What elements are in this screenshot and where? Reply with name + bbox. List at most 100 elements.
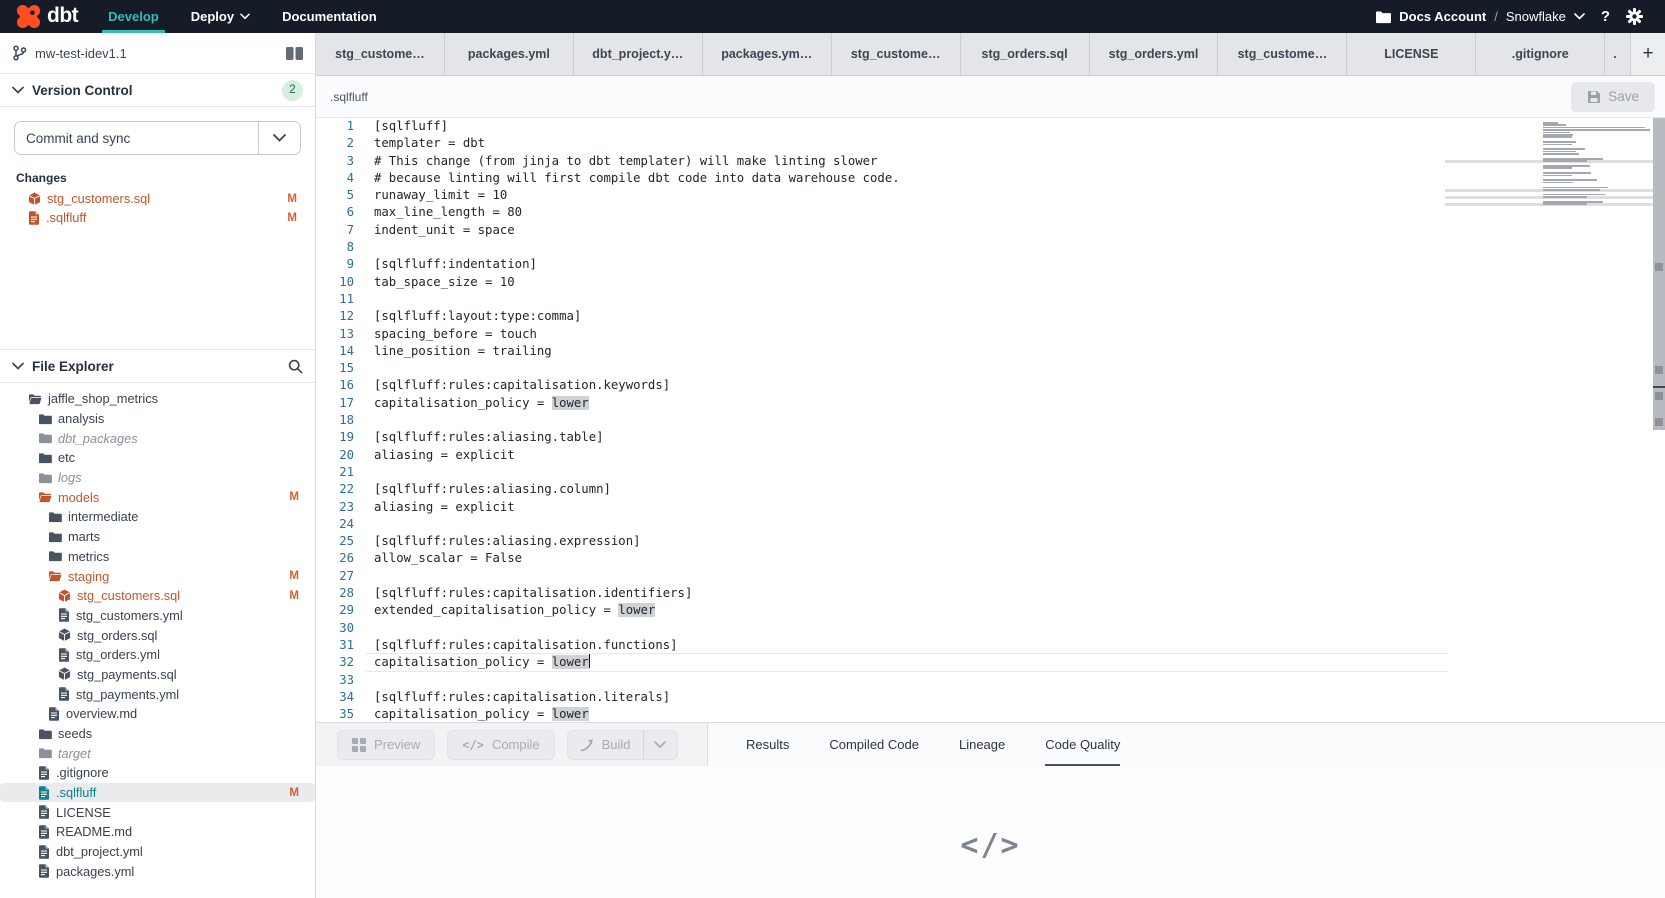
line-number[interactable]: 6 bbox=[316, 204, 354, 221]
tree-item-staging[interactable]: stagingM bbox=[0, 566, 315, 586]
branch-name[interactable]: mw-test-idev1.1 bbox=[35, 46, 127, 61]
tree-item-jaffle-shop-metrics[interactable]: jaffle_shop_metrics bbox=[0, 389, 315, 409]
line-number[interactable]: 29 bbox=[316, 602, 354, 619]
editor-scrollbar[interactable] bbox=[1653, 118, 1665, 430]
change-item-stg-customers-sql[interactable]: stg_customers.sqlM bbox=[0, 189, 315, 208]
line-number[interactable]: 24 bbox=[316, 516, 354, 533]
line-number[interactable]: 34 bbox=[316, 689, 354, 706]
tree-item-README-md[interactable]: README.md bbox=[0, 822, 315, 842]
tree-item-logs[interactable]: logs bbox=[0, 468, 315, 488]
file-tab-stg-custome-[interactable]: stg_custome… bbox=[1218, 33, 1347, 75]
tree-item-target[interactable]: target bbox=[0, 743, 315, 763]
tree-item-analysis[interactable]: analysis bbox=[0, 409, 315, 429]
code-editor[interactable]: 1[sqlfluff]2templater = dbt3# This chang… bbox=[316, 118, 1665, 722]
file-tab-stg-orders-yml[interactable]: stg_orders.yml bbox=[1090, 33, 1219, 75]
code-line-21[interactable]: 21 bbox=[316, 464, 1665, 481]
code-line-9[interactable]: 9[sqlfluff:indentation] bbox=[316, 256, 1665, 273]
tree-item-models[interactable]: modelsM bbox=[0, 487, 315, 507]
line-number[interactable]: 5 bbox=[316, 187, 354, 204]
tree-item-stg-orders-yml[interactable]: stg_orders.yml bbox=[0, 645, 315, 665]
tab-code-quality[interactable]: Code Quality bbox=[1045, 723, 1120, 766]
tree-item-intermediate[interactable]: intermediate bbox=[0, 507, 315, 527]
line-number[interactable]: 1 bbox=[316, 118, 354, 135]
build-button[interactable]: Build bbox=[568, 731, 643, 759]
account-menu[interactable]: Docs Account / Snowflake bbox=[1375, 9, 1585, 24]
line-number[interactable]: 35 bbox=[316, 706, 354, 722]
save-button[interactable]: Save bbox=[1571, 82, 1655, 112]
tree-item-LICENSE[interactable]: LICENSE bbox=[0, 802, 315, 822]
tab-lineage[interactable]: Lineage bbox=[959, 723, 1005, 766]
line-number[interactable]: 30 bbox=[316, 620, 354, 637]
nav-item-deploy[interactable]: Deploy bbox=[175, 0, 266, 33]
code-line-7[interactable]: 7indent_unit = space bbox=[316, 222, 1665, 239]
line-number[interactable]: 10 bbox=[316, 274, 354, 291]
line-number[interactable]: 3 bbox=[316, 153, 354, 170]
line-number[interactable]: 31 bbox=[316, 637, 354, 654]
line-number[interactable]: 21 bbox=[316, 464, 354, 481]
tree-item-stg-orders-sql[interactable]: stg_orders.sql bbox=[0, 625, 315, 645]
tree-item-stg-customers-yml[interactable]: stg_customers.yml bbox=[0, 606, 315, 626]
line-number[interactable]: 8 bbox=[316, 239, 354, 256]
line-number[interactable]: 18 bbox=[316, 412, 354, 429]
preview-button[interactable]: Preview bbox=[337, 730, 435, 760]
code-line-30[interactable]: 30 bbox=[316, 620, 1665, 637]
commit-and-sync-button[interactable]: Commit and sync bbox=[14, 121, 301, 155]
code-line-28[interactable]: 28[sqlfluff:rules:capitalisation.identif… bbox=[316, 585, 1665, 602]
commit-options-caret[interactable] bbox=[258, 122, 300, 154]
tree-item--gitignore[interactable]: .gitignore bbox=[0, 763, 315, 783]
line-number[interactable]: 14 bbox=[316, 343, 354, 360]
code-line-33[interactable]: 33 bbox=[316, 672, 1665, 689]
search-icon[interactable] bbox=[288, 359, 303, 374]
code-line-17[interactable]: 17capitalisation_policy = lower bbox=[316, 395, 1665, 412]
tree-item-metrics[interactable]: metrics bbox=[0, 547, 315, 567]
new-tab-button[interactable]: + bbox=[1631, 33, 1665, 75]
line-number[interactable]: 33 bbox=[316, 672, 354, 689]
line-number[interactable]: 23 bbox=[316, 499, 354, 516]
line-number[interactable]: 25 bbox=[316, 533, 354, 550]
tree-item-stg-customers-sql[interactable]: stg_customers.sqlM bbox=[0, 586, 315, 606]
tree-item--sqlfluff[interactable]: .sqlfluffM bbox=[0, 783, 315, 803]
tree-item-overview-md[interactable]: overview.md bbox=[0, 704, 315, 724]
tab-results[interactable]: Results bbox=[746, 723, 789, 766]
line-number[interactable]: 9 bbox=[316, 256, 354, 273]
line-number[interactable]: 16 bbox=[316, 377, 354, 394]
code-line-12[interactable]: 12[sqlfluff:layout:type:comma] bbox=[316, 308, 1665, 325]
code-line-27[interactable]: 27 bbox=[316, 568, 1665, 585]
code-line-22[interactable]: 22[sqlfluff:rules:aliasing.column] bbox=[316, 481, 1665, 498]
line-number[interactable]: 28 bbox=[316, 585, 354, 602]
nav-item-documentation[interactable]: Documentation bbox=[266, 0, 393, 33]
code-line-34[interactable]: 34[sqlfluff:rules:capitalisation.literal… bbox=[316, 689, 1665, 706]
line-number[interactable]: 7 bbox=[316, 222, 354, 239]
line-number[interactable]: 4 bbox=[316, 170, 354, 187]
file-tab-packages-yml[interactable]: packages.yml bbox=[445, 33, 574, 75]
tree-item-dbt-project-yml[interactable]: dbt_project.yml bbox=[0, 842, 315, 862]
code-line-23[interactable]: 23aliasing = explicit bbox=[316, 499, 1665, 516]
file-tab-LICENSE[interactable]: LICENSE bbox=[1347, 33, 1476, 75]
file-tab-partial[interactable]: . bbox=[1605, 33, 1631, 75]
code-line-19[interactable]: 19[sqlfluff:rules:aliasing.table] bbox=[316, 429, 1665, 446]
line-number[interactable]: 2 bbox=[316, 135, 354, 152]
code-line-25[interactable]: 25[sqlfluff:rules:aliasing.expression] bbox=[316, 533, 1665, 550]
code-line-13[interactable]: 13spacing_before = touch bbox=[316, 326, 1665, 343]
line-number[interactable]: 15 bbox=[316, 360, 354, 377]
tree-item-etc[interactable]: etc bbox=[0, 448, 315, 468]
line-number[interactable]: 11 bbox=[316, 291, 354, 308]
code-line-8[interactable]: 8 bbox=[316, 239, 1665, 256]
file-tab-stg-custome-[interactable]: stg_custome… bbox=[832, 33, 961, 75]
line-number[interactable]: 32 bbox=[316, 654, 354, 671]
help-button[interactable]: ? bbox=[1599, 8, 1612, 25]
code-line-35[interactable]: 35capitalisation_policy = lower bbox=[316, 706, 1665, 722]
code-line-20[interactable]: 20aliasing = explicit bbox=[316, 447, 1665, 464]
code-line-1[interactable]: 1[sqlfluff] bbox=[316, 118, 1665, 135]
build-options-caret[interactable] bbox=[643, 731, 677, 759]
file-tab-stg-orders-sql[interactable]: stg_orders.sql bbox=[961, 33, 1090, 75]
compile-button[interactable]: </>Compile bbox=[447, 730, 554, 760]
code-line-26[interactable]: 26allow_scalar = False bbox=[316, 550, 1665, 567]
nav-item-develop[interactable]: Develop bbox=[92, 0, 175, 33]
file-tab-packages-ym-[interactable]: packages.ym… bbox=[703, 33, 832, 75]
line-number[interactable]: 12 bbox=[316, 308, 354, 325]
line-number[interactable]: 19 bbox=[316, 429, 354, 446]
code-line-15[interactable]: 15 bbox=[316, 360, 1665, 377]
code-line-14[interactable]: 14line_position = trailing bbox=[316, 343, 1665, 360]
file-tab-stg-custome-[interactable]: stg_custome… bbox=[316, 33, 445, 75]
